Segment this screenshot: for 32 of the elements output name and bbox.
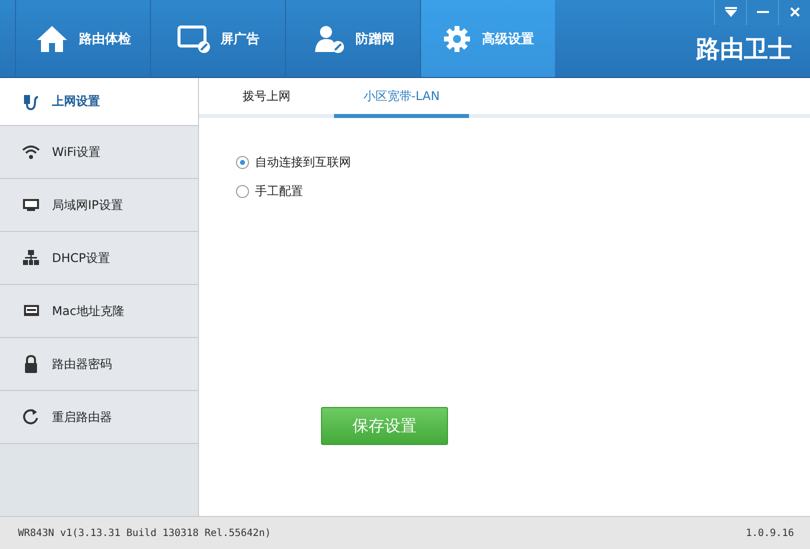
sidebar-item[interactable]: DHCP设置 <box>0 232 198 285</box>
sidebar-item[interactable]: 重启路由器 <box>0 391 198 444</box>
sidebar-item[interactable]: 上网设置 <box>0 78 198 126</box>
firmware-version: WR843N v1(3.13.31 Build 130318 Rel.55642n) <box>18 528 271 538</box>
sidebar-item[interactable]: WiFi设置 <box>0 126 198 179</box>
sub-tab[interactable]: 拨号上网 <box>199 78 334 118</box>
radio-option[interactable]: 手工配置 <box>236 183 810 200</box>
app-version: 1.0.9.16 <box>746 528 794 538</box>
nav-tab[interactable]: 屏广告 <box>150 0 285 77</box>
sidebar-item[interactable]: 局域网IP设置 <box>0 179 198 232</box>
network-icon <box>22 249 40 267</box>
refresh-icon <box>22 408 40 426</box>
close-icon <box>790 6 800 16</box>
plug-icon <box>22 92 40 110</box>
lock-icon <box>22 354 40 374</box>
dropdown-button[interactable] <box>714 0 746 25</box>
dropdown-icon <box>724 6 736 16</box>
wifi-icon <box>22 143 40 161</box>
radio-option[interactable]: 自动连接到互联网 <box>236 154 810 171</box>
screen-icon <box>176 24 210 54</box>
radio-button[interactable] <box>236 156 249 169</box>
monitor-icon <box>22 196 40 214</box>
settings-icon <box>442 24 472 54</box>
sidebar-item[interactable]: Mac地址克隆 <box>0 285 198 338</box>
app-logo: 路由卫士 <box>696 34 792 65</box>
radio-button[interactable] <box>236 185 249 198</box>
nav-tab[interactable]: 路由体检 <box>15 0 150 77</box>
house-icon <box>35 24 69 54</box>
close-button[interactable] <box>778 0 810 25</box>
sidebar-item[interactable]: 路由器密码 <box>0 338 198 391</box>
minimize-button[interactable] <box>746 0 778 25</box>
sub-tab[interactable]: 小区宽带-LAN <box>334 78 469 118</box>
